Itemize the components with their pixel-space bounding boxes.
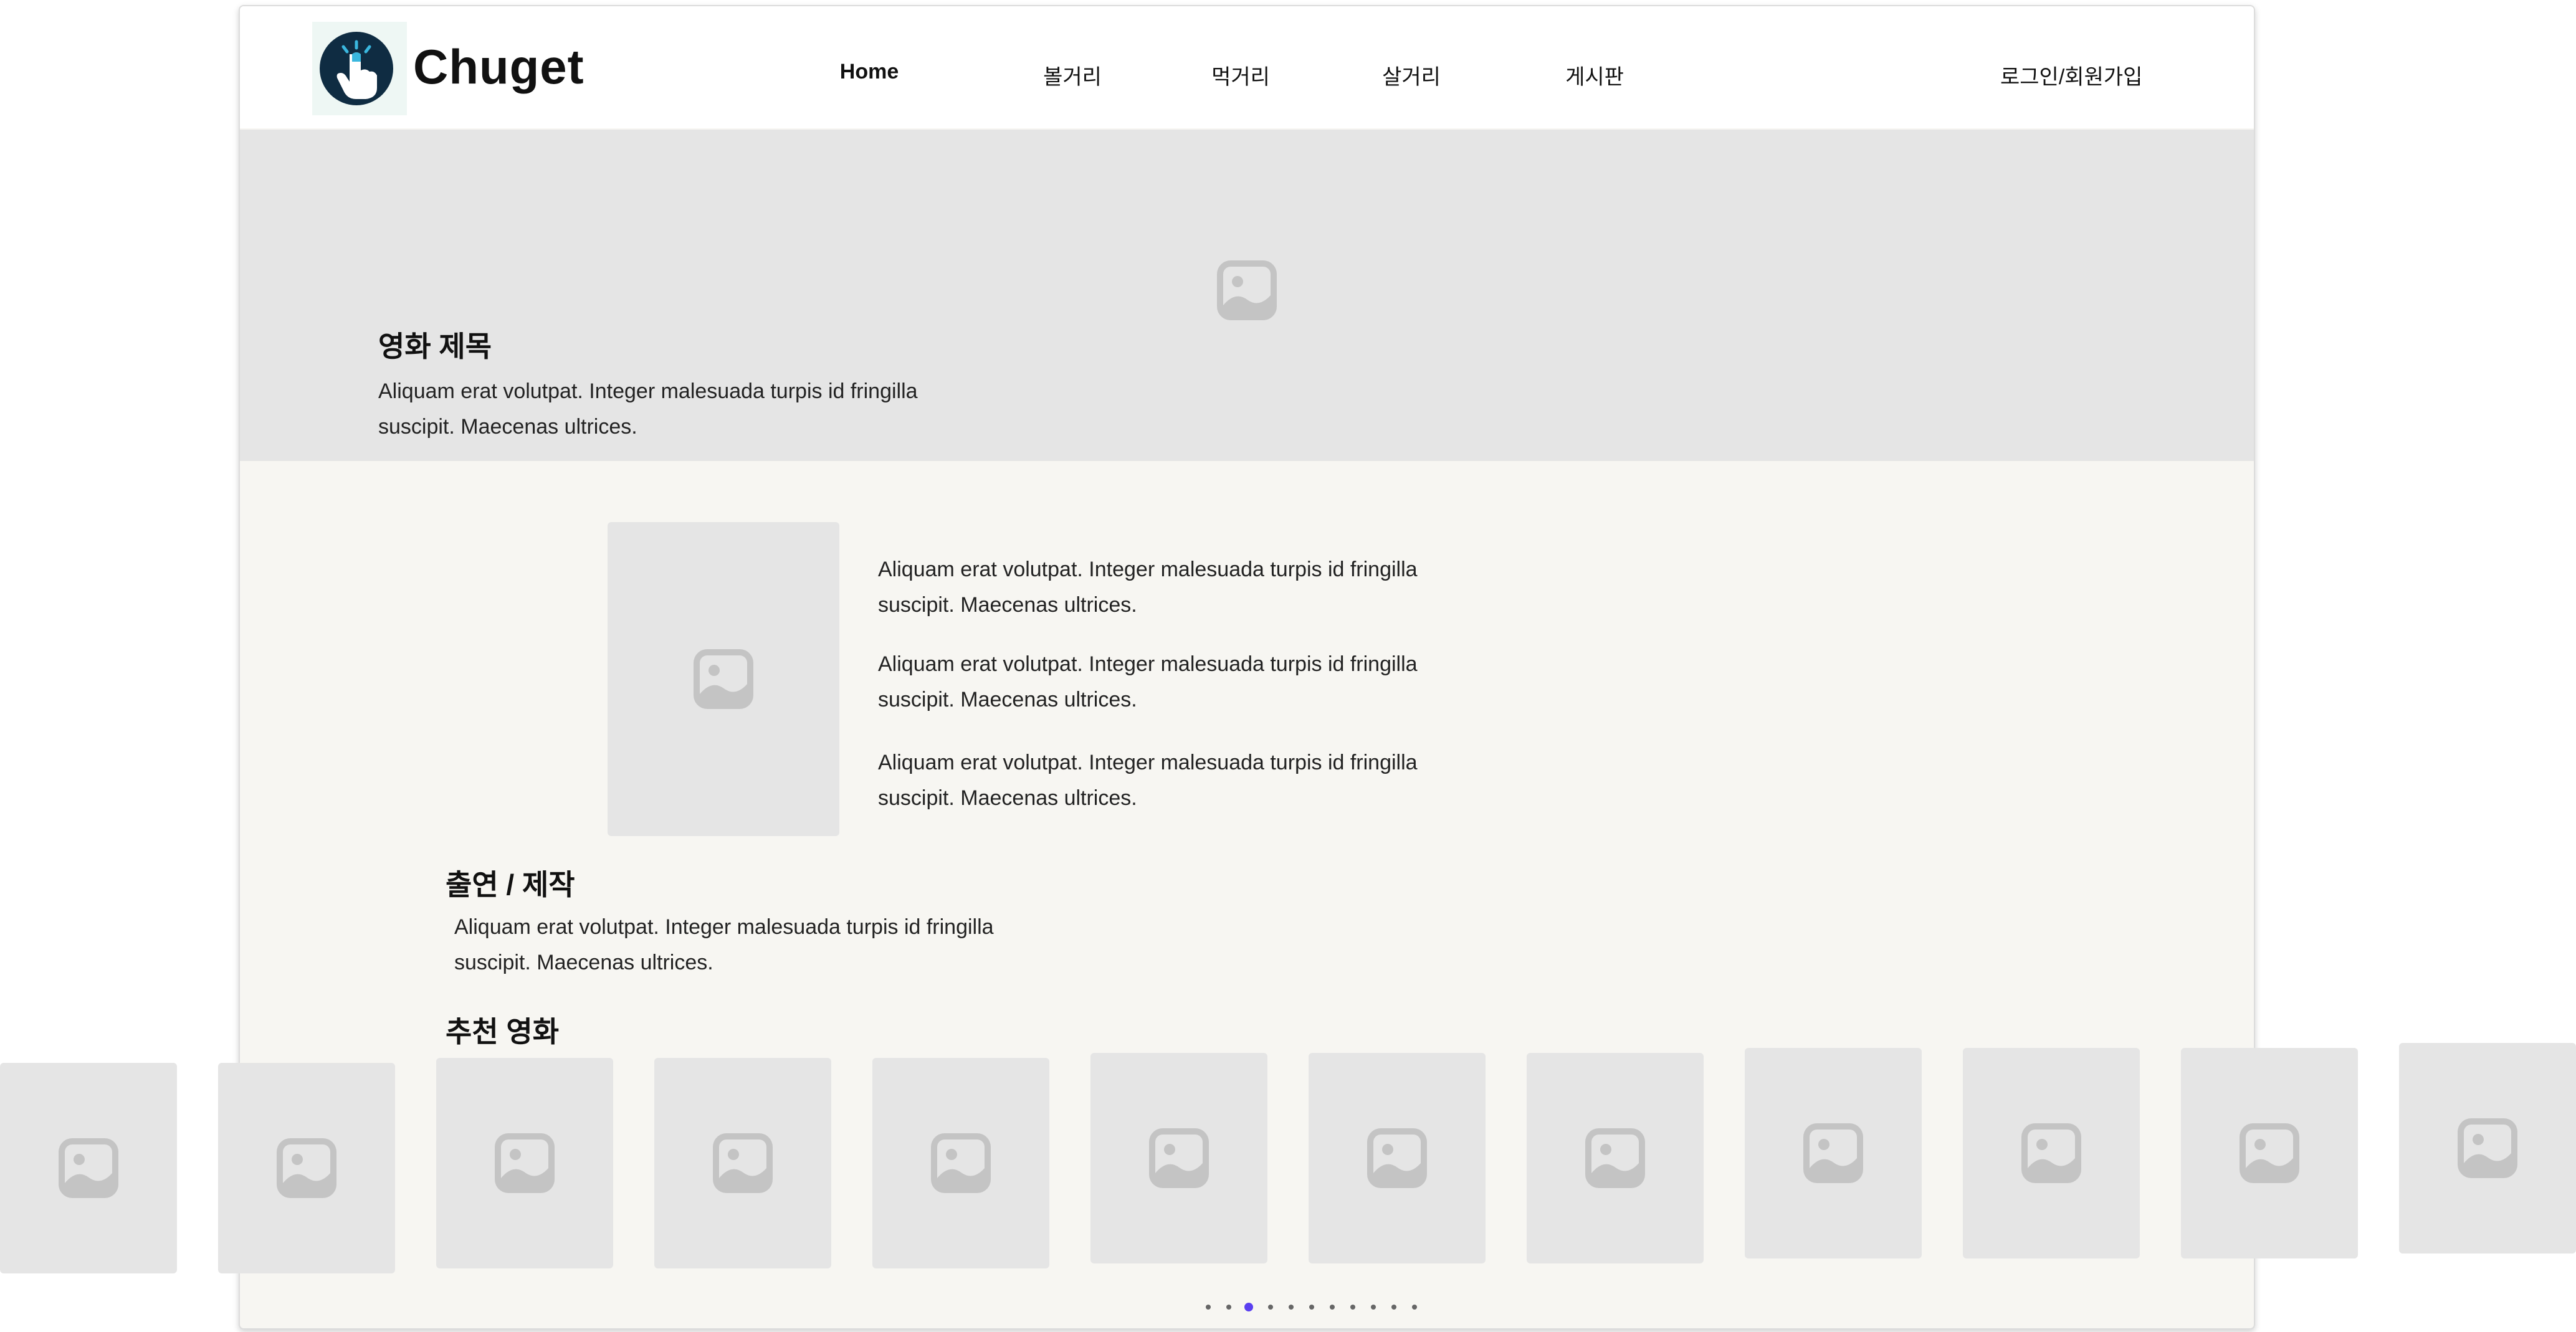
carousel-dot[interactable] (1309, 1305, 1314, 1310)
carousel-dot[interactable] (1350, 1305, 1355, 1310)
site-header: Chuget Home 볼거리 먹거리 살거리 게시판 로그인/회원가입 (240, 6, 2254, 128)
image-placeholder-icon (2458, 1118, 2517, 1178)
image-placeholder-icon (694, 649, 753, 709)
movie-info-paragraph: Aliquam erat volutpat. Integer malesuada… (878, 558, 1418, 617)
carousel-dot[interactable] (1268, 1305, 1273, 1310)
movie-thumbnail[interactable] (1745, 1048, 1922, 1258)
movie-thumbnail[interactable] (436, 1058, 613, 1268)
movie-title: 영화 제목 (378, 330, 492, 363)
movie-info-paragraph: Aliquam erat volutpat. Integer malesuada… (878, 652, 1418, 711)
carousel-dot-active[interactable] (1244, 1303, 1253, 1311)
credits-title: 출연 / 제작 (446, 868, 575, 901)
image-placeholder-icon (931, 1133, 991, 1193)
movie-thumbnail[interactable] (1963, 1048, 2140, 1258)
image-placeholder-icon (713, 1133, 773, 1193)
image-placeholder-icon (1585, 1128, 1645, 1188)
brand-name[interactable]: Chuget (413, 39, 584, 95)
image-placeholder-icon (2021, 1123, 2081, 1183)
image-placeholder-icon (1367, 1128, 1427, 1188)
image-placeholder-icon (277, 1138, 336, 1198)
nav-attractions[interactable]: 볼거리 (1043, 60, 1102, 90)
carousel-dot[interactable] (1330, 1305, 1335, 1310)
nav-home[interactable]: Home (840, 60, 899, 84)
hero-description: Aliquam erat volutpat. Integer malesuada… (378, 379, 918, 439)
carousel-dot[interactable] (1391, 1305, 1396, 1310)
movie-thumbnail[interactable] (1309, 1053, 1486, 1263)
pointing-hand-icon (320, 32, 393, 105)
movie-info-paragraph: Aliquam erat volutpat. Integer malesuada… (878, 751, 1418, 810)
movie-thumbnail[interactable] (2181, 1048, 2358, 1258)
login-signup-link[interactable]: 로그인/회원가입 (2000, 60, 2142, 90)
nav-shopping[interactable]: 살거리 (1382, 60, 1441, 90)
movie-thumbnail[interactable] (2399, 1043, 2576, 1254)
image-placeholder-icon (1803, 1123, 1863, 1183)
image-placeholder-icon (1217, 260, 1277, 320)
movie-thumbnail[interactable] (1527, 1053, 1704, 1263)
image-placeholder-icon (495, 1133, 555, 1193)
image-placeholder-icon (1149, 1128, 1209, 1188)
movie-thumbnail[interactable] (654, 1058, 831, 1268)
movie-thumbnail[interactable] (218, 1063, 395, 1273)
movie-thumbnail[interactable] (1090, 1053, 1267, 1263)
logo[interactable] (312, 22, 407, 115)
carousel-dot[interactable] (1371, 1305, 1376, 1310)
movie-thumbnail[interactable] (872, 1058, 1049, 1268)
image-placeholder-icon (59, 1138, 118, 1198)
movie-thumbnail[interactable] (0, 1063, 177, 1273)
nav-board[interactable]: 게시판 (1565, 60, 1624, 90)
carousel-dot[interactable] (1206, 1305, 1211, 1310)
carousel-dot[interactable] (1226, 1305, 1231, 1310)
recommended-title: 추천 영화 (446, 1016, 560, 1048)
credits-description: Aliquam erat volutpat. Integer malesuada… (454, 915, 994, 974)
image-placeholder-icon (2240, 1123, 2299, 1183)
hero-banner: 영화 제목 Aliquam erat volutpat. Integer mal… (240, 130, 2254, 461)
movie-poster (608, 522, 839, 836)
nav-food[interactable]: 먹거리 (1211, 60, 1270, 90)
carousel-dot[interactable] (1412, 1305, 1417, 1310)
carousel-dot[interactable] (1289, 1305, 1294, 1310)
